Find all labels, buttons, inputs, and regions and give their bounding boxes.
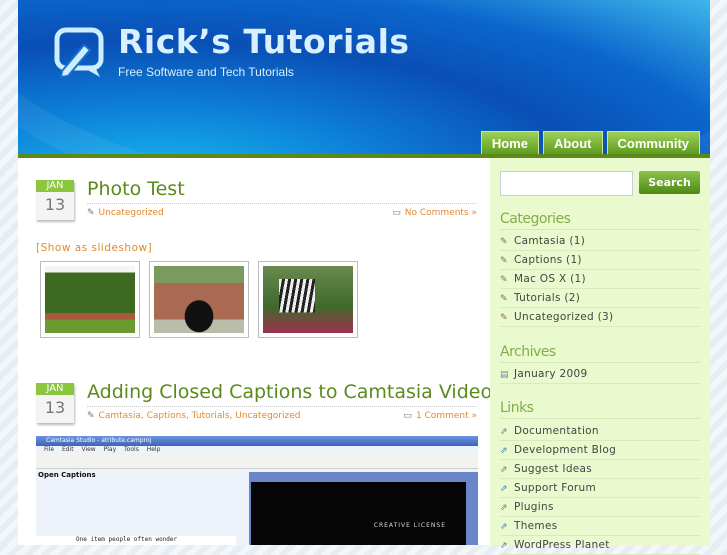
date-month: JAN xyxy=(36,180,74,192)
comment-icon: ▭ xyxy=(403,411,412,421)
main-content: JAN 13 Photo Test ✎ Uncategorized ▭ No Comm… xyxy=(18,158,502,545)
screenshot-caption-text: One item people often wonder xyxy=(36,536,236,545)
search-button[interactable]: Search xyxy=(639,171,700,194)
link-item[interactable]: ⇗ Development Blog xyxy=(500,441,700,460)
external-link-icon: ⇗ xyxy=(500,446,508,456)
link[interactable]: Plugins xyxy=(514,501,554,513)
post-title[interactable]: Photo Test xyxy=(87,178,185,200)
gallery-thumbnail[interactable] xyxy=(258,261,358,338)
nav-home[interactable]: Home xyxy=(480,131,539,154)
show-slideshow-link[interactable]: [Show as slideshow] xyxy=(36,242,152,254)
gallery-thumbnail[interactable] xyxy=(149,261,249,338)
link-item[interactable]: ⇗ WordPress Planet xyxy=(500,536,700,555)
search-input[interactable] xyxy=(500,171,633,196)
post-comments-link[interactable]: No Comments » xyxy=(405,208,477,218)
screenshot-preview: CREATIVE LICENSE xyxy=(249,472,478,545)
post-screenshot-image: Camtasia Studio - atribute.camproj File … xyxy=(36,436,478,545)
pencil-icon: ✎ xyxy=(500,294,508,304)
link[interactable]: Support Forum xyxy=(514,482,596,494)
screenshot-panel-title: Open Captions xyxy=(38,471,96,479)
date-day: 13 xyxy=(44,195,66,214)
site-title[interactable]: Rick’s Tutorials xyxy=(118,22,410,61)
link[interactable]: Development Blog xyxy=(514,444,616,456)
screenshot-window-title: Camtasia Studio - atribute.camproj xyxy=(36,436,478,446)
date-badge: JAN 13 xyxy=(36,383,74,423)
category-item[interactable]: ✎ Uncategorized (3) xyxy=(500,308,700,327)
external-link-icon: ⇗ xyxy=(500,522,508,532)
link[interactable]: Suggest Ideas xyxy=(514,463,592,475)
pencil-icon: ✎ xyxy=(500,313,508,323)
category-item[interactable]: ✎ Captions (1) xyxy=(500,251,700,270)
category-link[interactable]: Mac OS X (1) xyxy=(514,273,586,285)
links-list: ⇗ Documentation ⇗ Development Blog ⇗ Sugges… xyxy=(500,422,700,555)
link-item[interactable]: ⇗ Themes xyxy=(500,517,700,536)
link-item[interactable]: ⇗ Documentation xyxy=(500,422,700,441)
post-meta: ✎ Uncategorized ▭ No Comments » xyxy=(87,203,477,218)
link-item[interactable]: ⇗ Suggest Ideas xyxy=(500,460,700,479)
pencil-icon: ✎ xyxy=(500,256,508,266)
archive-link[interactable]: January 2009 xyxy=(514,368,587,380)
link[interactable]: Documentation xyxy=(514,425,599,437)
links-heading: Links xyxy=(500,400,700,419)
comment-icon: ▭ xyxy=(392,208,401,218)
date-month: JAN xyxy=(36,383,74,395)
logo-icon xyxy=(54,27,104,79)
category-link[interactable]: Captions (1) xyxy=(514,254,582,266)
category-item[interactable]: ✎ Tutorials (2) xyxy=(500,289,700,308)
link[interactable]: Themes xyxy=(514,520,558,532)
category-link[interactable]: Camtasia (1) xyxy=(514,235,585,247)
main-nav: Home About Community xyxy=(480,131,700,154)
external-link-icon: ⇗ xyxy=(500,465,508,475)
external-link-icon: ⇗ xyxy=(500,541,508,551)
link-item[interactable]: ⇗ Support Forum xyxy=(500,479,700,498)
link-item[interactable]: ⇗ Plugins xyxy=(500,498,700,517)
category-item[interactable]: ✎ Camtasia (1) xyxy=(500,232,700,251)
gallery xyxy=(40,261,358,338)
post-categories[interactable]: Camtasia, Captions, Tutorials, Uncategor… xyxy=(99,411,301,421)
pencil-icon: ✎ xyxy=(87,208,95,218)
nav-about[interactable]: About xyxy=(542,131,603,154)
pencil-icon: ✎ xyxy=(87,411,95,421)
external-link-icon: ⇗ xyxy=(500,484,508,494)
category-link[interactable]: Tutorials (2) xyxy=(514,292,580,304)
external-link-icon: ⇗ xyxy=(500,503,508,513)
gallery-thumbnail[interactable] xyxy=(40,261,140,338)
pencil-icon: ✎ xyxy=(500,275,508,285)
archives-heading: Archives xyxy=(500,344,700,363)
date-badge: JAN 13 xyxy=(36,180,74,220)
post-meta: ✎ Camtasia, Captions, Tutorials, Uncatego… xyxy=(87,406,477,421)
page: Rick’s Tutorials Free Software and Tech … xyxy=(18,0,710,555)
header: Rick’s Tutorials Free Software and Tech … xyxy=(18,0,710,154)
link[interactable]: WordPress Planet xyxy=(514,539,610,551)
external-link-icon: ⇗ xyxy=(500,427,508,437)
screenshot-toolbar xyxy=(36,454,478,469)
screenshot-menu: File Edit View Play Tools Help xyxy=(44,446,161,453)
sidebar: Search Categories ✎ Camtasia (1) ✎ Caption… xyxy=(490,158,710,555)
categories-heading: Categories xyxy=(500,211,700,230)
categories-list: ✎ Camtasia (1) ✎ Captions (1) ✎ Mac OS X (1… xyxy=(500,232,700,327)
screenshot-preview-text: CREATIVE LICENSE xyxy=(251,482,466,545)
category-link[interactable]: Uncategorized (3) xyxy=(514,311,613,323)
archive-item[interactable]: ▤ January 2009 xyxy=(500,365,700,384)
post-comments-link[interactable]: 1 Comment » xyxy=(416,411,477,421)
archives-list: ▤ January 2009 xyxy=(500,365,700,384)
category-item[interactable]: ✎ Mac OS X (1) xyxy=(500,270,700,289)
site-tagline: Free Software and Tech Tutorials xyxy=(118,65,294,79)
date-day: 13 xyxy=(44,398,66,417)
post-title[interactable]: Adding Closed Captions to Camtasia Video… xyxy=(87,381,502,403)
post-categories[interactable]: Uncategorized xyxy=(99,208,164,218)
pencil-icon: ✎ xyxy=(500,237,508,247)
calendar-icon: ▤ xyxy=(500,370,509,380)
nav-community[interactable]: Community xyxy=(606,131,700,154)
